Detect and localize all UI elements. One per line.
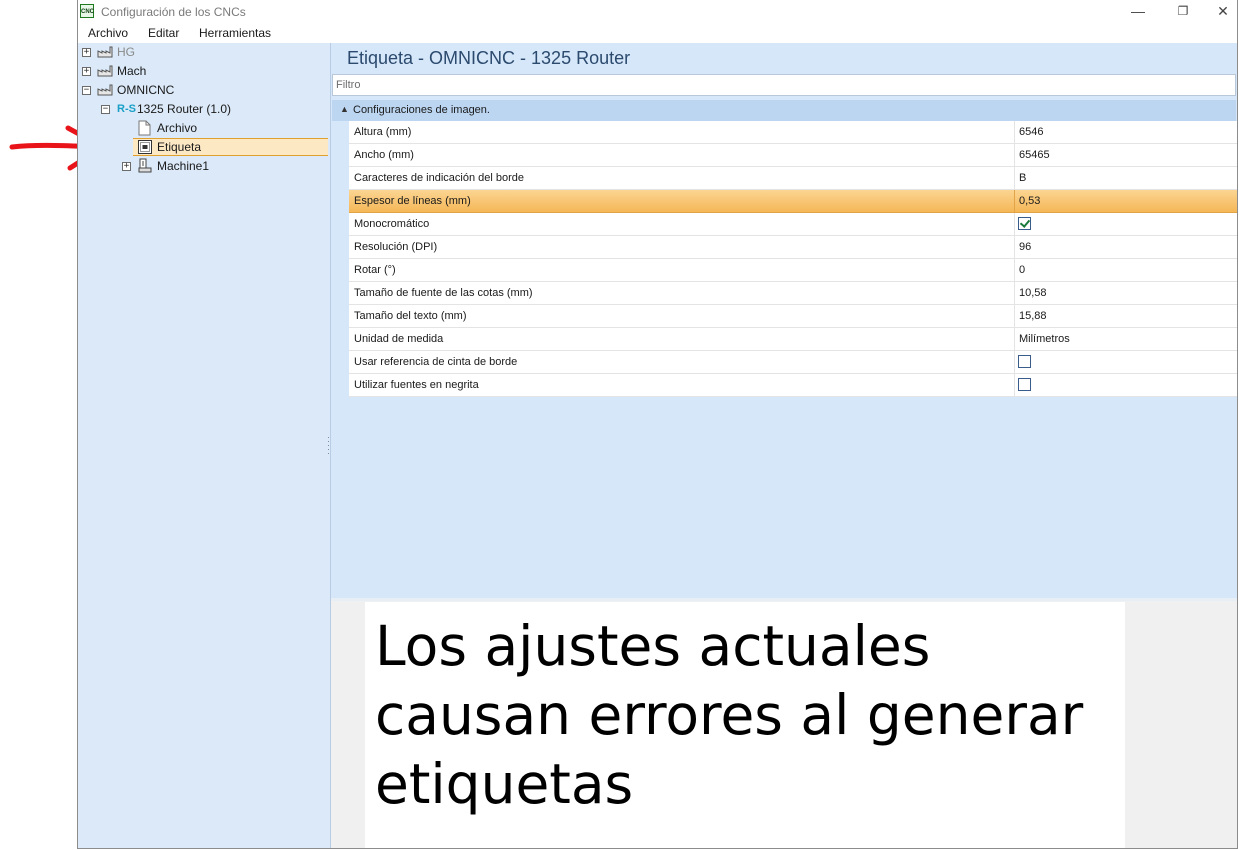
factory-icon <box>97 84 113 96</box>
fuentes-negrita-checkbox[interactable] <box>1018 378 1031 391</box>
annotation-box: Los ajustes actuales causan errores al g… <box>365 602 1125 848</box>
column-separator <box>1014 236 1015 258</box>
property-name: Rotar (°) <box>354 264 396 276</box>
tree-label: HG <box>117 45 135 59</box>
property-name: Espesor de líneas (mm) <box>354 195 471 207</box>
column-separator <box>1014 259 1015 281</box>
property-name: Tamaño de fuente de las cotas (mm) <box>354 287 533 299</box>
property-value[interactable]: 65465 <box>1019 149 1050 161</box>
properties-title: Etiqueta - OMNICNC - 1325 Router <box>347 48 631 68</box>
chevron-up-icon[interactable]: ▲ <box>340 104 349 114</box>
column-separator <box>1014 213 1015 235</box>
property-name: Caracteres de indicación del borde <box>354 172 524 184</box>
property-name: Usar referencia de cinta de borde <box>354 356 518 368</box>
column-separator <box>1014 351 1015 373</box>
machine-tree: + HG + Mach − OMNICNC − R-S 1325 Router … <box>78 43 330 848</box>
property-row-espesor-lineas[interactable]: Espesor de líneas (mm) 0,53 <box>349 190 1237 213</box>
column-separator <box>1014 144 1015 166</box>
splitter-grip-icon[interactable] <box>327 437 330 457</box>
expand-icon[interactable]: + <box>82 67 91 76</box>
property-value[interactable]: 6546 <box>1019 126 1043 138</box>
tree-node-mach[interactable]: + Mach <box>78 62 328 80</box>
tree-node-omnicnc[interactable]: − OMNICNC <box>78 81 328 99</box>
main-window: CNC Configuración de los CNCs — ❐ ✕ Arch… <box>77 0 1238 849</box>
property-row-resolucion[interactable]: Resolución (DPI) 96 <box>349 236 1237 259</box>
tree-node-etiqueta[interactable]: Etiqueta <box>78 138 328 156</box>
property-value[interactable]: 15,88 <box>1019 310 1047 322</box>
property-name: Tamaño del texto (mm) <box>354 310 467 322</box>
property-row-tamano-fuente-cotas[interactable]: Tamaño de fuente de las cotas (mm) 10,58 <box>349 282 1237 305</box>
window-title: Configuración de los CNCs <box>101 5 246 19</box>
tree-node-hg[interactable]: + HG <box>78 43 328 61</box>
menu-herramientas[interactable]: Herramientas <box>199 26 271 40</box>
monocromatico-checkbox[interactable] <box>1018 217 1031 230</box>
property-name: Resolución (DPI) <box>354 241 438 253</box>
menu-archivo[interactable]: Archivo <box>88 26 128 40</box>
tree-node-archivo[interactable]: Archivo <box>78 119 328 137</box>
property-row-altura[interactable]: Altura (mm) 6546 <box>349 121 1237 144</box>
collapse-icon[interactable]: − <box>82 86 91 95</box>
category-label: Configuraciones de imagen. <box>353 104 490 116</box>
factory-icon <box>97 46 113 58</box>
property-name: Utilizar fuentes en negrita <box>354 379 479 391</box>
machine-icon <box>138 158 152 173</box>
property-row-ancho[interactable]: Ancho (mm) 65465 <box>349 144 1237 167</box>
factory-icon <box>97 65 113 77</box>
cinta-borde-checkbox[interactable] <box>1018 355 1031 368</box>
tree-label: 1325 Router (1.0) <box>137 102 232 116</box>
label-icon <box>138 140 152 154</box>
expand-icon[interactable]: + <box>122 162 131 171</box>
property-name: Unidad de medida <box>354 333 444 345</box>
close-button[interactable]: ✕ <box>1208 0 1238 24</box>
property-value[interactable]: 96 <box>1019 241 1031 253</box>
property-row-cinta-borde[interactable]: Usar referencia de cinta de borde <box>349 351 1237 374</box>
property-row-fuentes-negrita[interactable]: Utilizar fuentes en negrita <box>349 374 1237 397</box>
column-separator <box>1014 328 1015 350</box>
property-row-unidad-medida[interactable]: Unidad de medida Milímetros <box>349 328 1237 351</box>
router-icon: R-S <box>117 103 136 115</box>
app-icon: CNC <box>80 4 94 18</box>
column-separator <box>1014 305 1015 327</box>
tree-label: Machine1 <box>157 159 210 173</box>
property-row-rotar[interactable]: Rotar (°) 0 <box>349 259 1237 282</box>
expand-icon[interactable]: + <box>82 48 91 57</box>
property-name: Ancho (mm) <box>354 149 414 161</box>
filter-input[interactable]: Filtro <box>332 74 1236 96</box>
column-separator <box>1014 190 1015 212</box>
property-row-caracteres-borde[interactable]: Caracteres de indicación del borde B <box>349 167 1237 190</box>
property-value[interactable]: Milímetros <box>1019 333 1070 345</box>
title-bar: CNC Configuración de los CNCs — ❐ ✕ <box>78 0 1237 24</box>
property-name: Monocromático <box>354 218 430 230</box>
tree-label: Mach <box>117 64 147 78</box>
collapse-icon[interactable]: − <box>101 105 110 114</box>
property-row-monocromatico[interactable]: Monocromático <box>349 213 1237 236</box>
menu-editar[interactable]: Editar <box>148 26 179 40</box>
column-separator <box>1014 121 1015 143</box>
tree-label: Etiqueta <box>157 140 202 154</box>
property-value[interactable]: 10,58 <box>1019 287 1047 299</box>
menu-bar: Archivo Editar Herramientas <box>78 24 1237 43</box>
property-value[interactable]: B <box>1019 172 1026 184</box>
property-name: Altura (mm) <box>354 126 412 138</box>
tree-label: Archivo <box>157 121 198 135</box>
properties-panel: Etiqueta - OMNICNC - 1325 Router Filtro … <box>331 43 1237 598</box>
restore-button[interactable]: ❐ <box>1163 0 1203 24</box>
minimize-button[interactable]: — <box>1118 0 1158 24</box>
tree-label: OMNICNC <box>117 83 175 97</box>
property-value[interactable]: 0,53 <box>1019 195 1040 207</box>
tree-node-1325-router[interactable]: − R-S 1325 Router (1.0) <box>78 100 328 118</box>
tree-node-machine1[interactable]: + Machine1 <box>78 157 328 175</box>
property-value[interactable]: 0 <box>1019 264 1025 276</box>
column-separator <box>1014 374 1015 396</box>
document-icon <box>138 120 151 136</box>
category-header[interactable]: ▲ Configuraciones de imagen. <box>332 100 1236 121</box>
column-separator <box>1014 282 1015 304</box>
column-separator <box>1014 167 1015 189</box>
annotation-message: Los ajustes actuales causan errores al g… <box>375 614 1084 816</box>
property-row-tamano-texto[interactable]: Tamaño del texto (mm) 15,88 <box>349 305 1237 328</box>
